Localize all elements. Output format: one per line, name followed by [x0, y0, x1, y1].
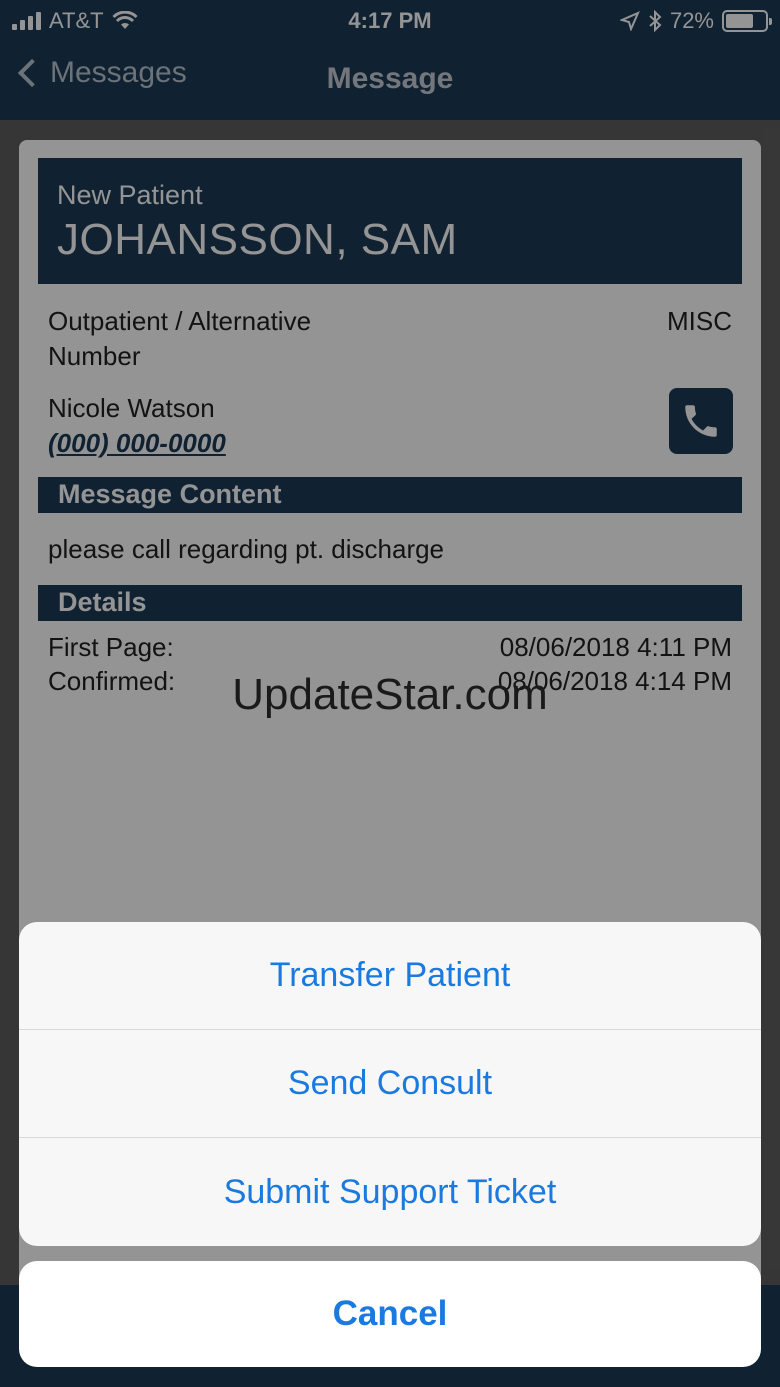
action-sheet: Transfer Patient Send Consult Submit Sup…	[19, 922, 761, 1246]
cancel-button[interactable]: Cancel	[19, 1261, 761, 1367]
transfer-patient-button[interactable]: Transfer Patient	[19, 922, 761, 1030]
watermark-text: UpdateStar.com	[232, 670, 548, 719]
send-consult-button[interactable]: Send Consult	[19, 1030, 761, 1138]
submit-support-ticket-button[interactable]: Submit Support Ticket	[19, 1138, 761, 1246]
